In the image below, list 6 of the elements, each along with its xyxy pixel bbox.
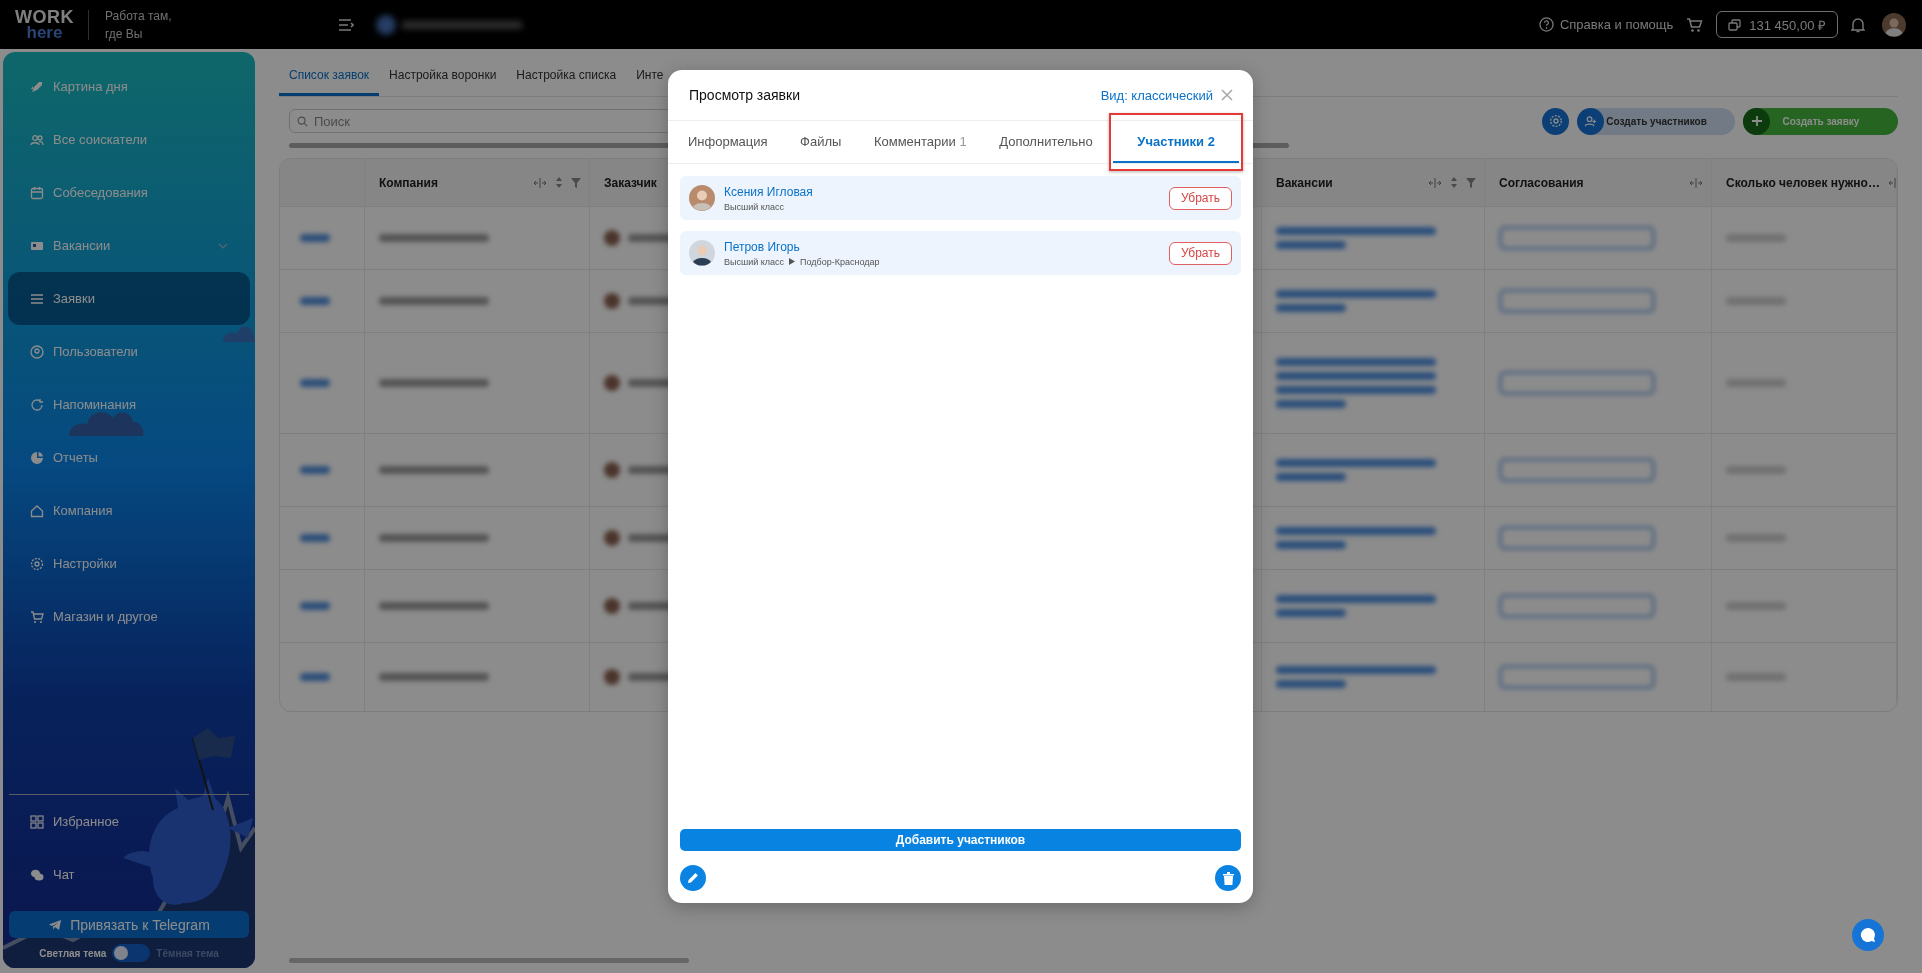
group-label: Высший класс [724, 201, 785, 212]
group-label: Высший класс [724, 256, 785, 267]
theme-label: Светлая тема [39, 947, 107, 959]
group-label: Подбор-Краснодар [800, 256, 880, 267]
dialog-title: Просмотр заявки [689, 87, 800, 103]
slogan: Работа там, где Вы [105, 7, 172, 43]
